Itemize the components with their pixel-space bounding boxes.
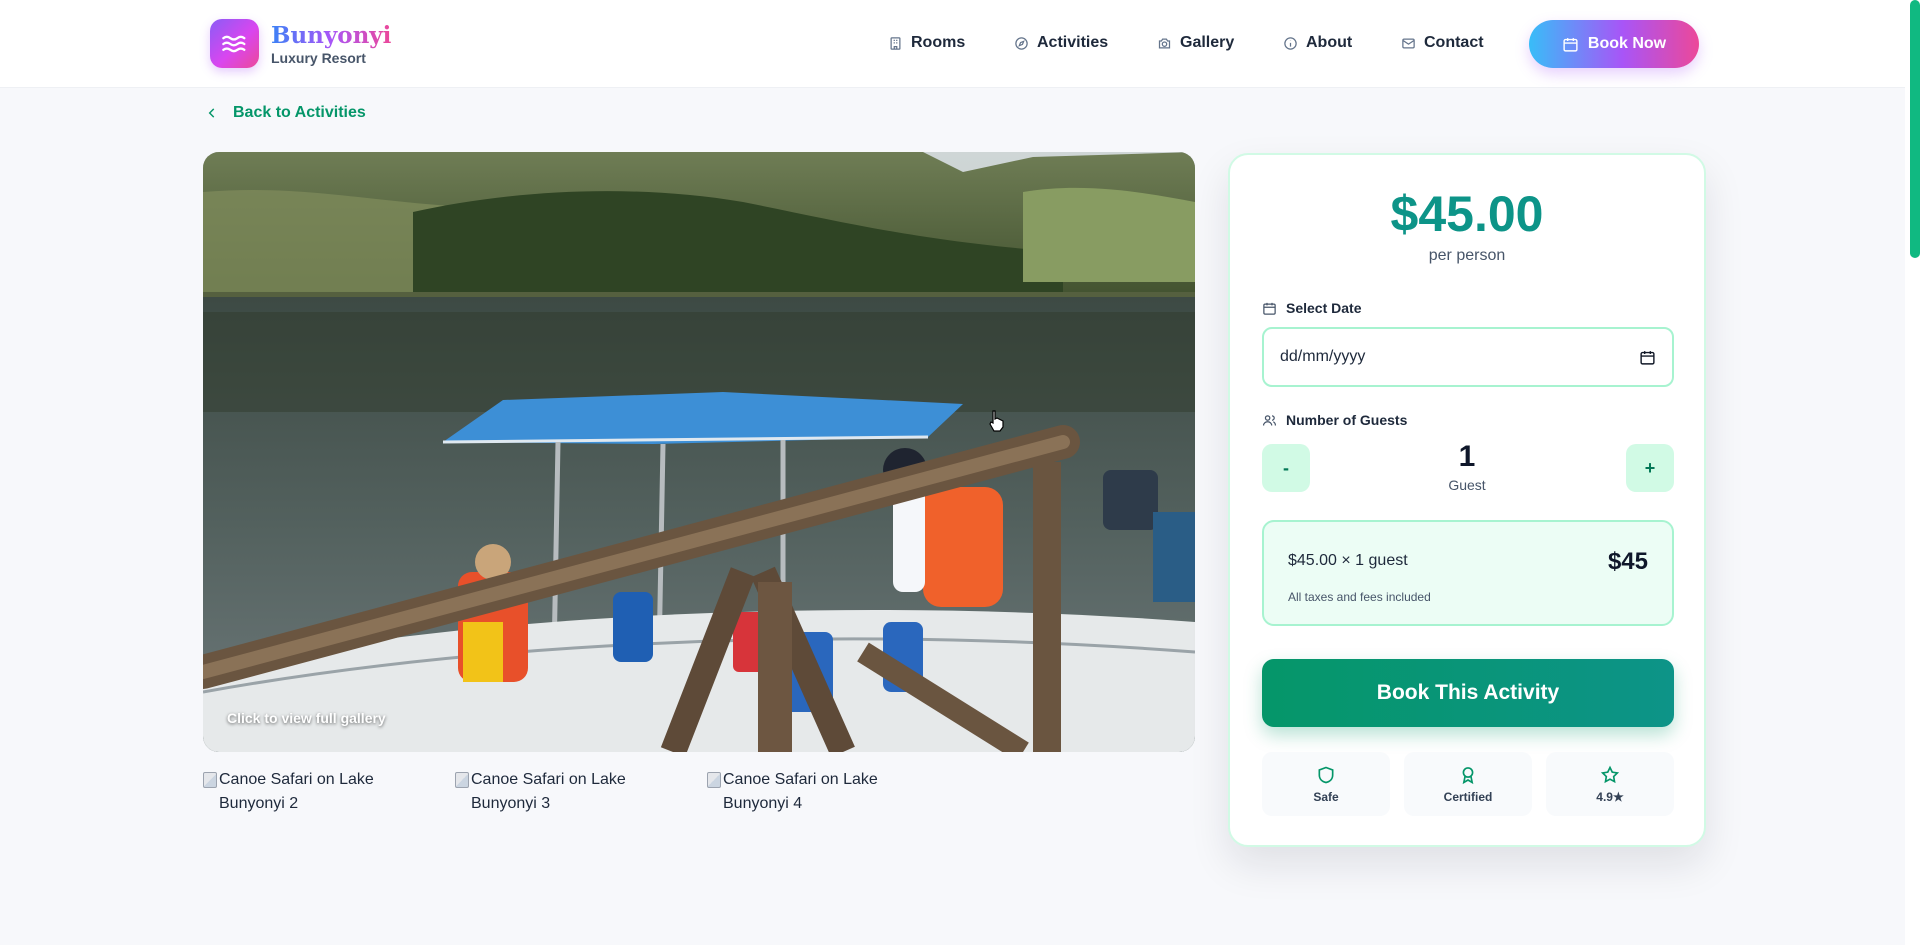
calendar-icon — [1563, 37, 1578, 52]
star-icon — [1600, 765, 1620, 783]
broken-image-icon — [203, 772, 217, 788]
badge-rating: 4.9★ — [1546, 752, 1674, 816]
nav-gallery[interactable]: Gallery — [1157, 30, 1234, 56]
main-gallery-image[interactable]: Click to view full gallery — [203, 152, 1195, 752]
badge-safe-label: Safe — [1313, 789, 1339, 804]
info-icon — [1284, 36, 1297, 50]
summary-total: $45 — [1607, 548, 1648, 575]
number-of-guests-label: Number of Guests — [1262, 412, 1407, 428]
lake-boat-photo — [203, 152, 1195, 752]
calendar-icon — [1263, 302, 1276, 315]
waves-icon — [221, 35, 245, 52]
date-input[interactable]: dd/mm/yyyy — [1262, 327, 1674, 387]
booking-card: $45.00 per person Select Date dd/mm/yyyy… — [1228, 153, 1706, 847]
compass-icon — [1015, 36, 1028, 50]
nav-gallery-label: Gallery — [1180, 34, 1235, 51]
thumbnail-alt: Canoe Safari on Lake Bunyonyi 4 — [723, 771, 878, 812]
badge-certified-label: Certified — [1443, 789, 1493, 804]
summary-line: $45.00 × 1 guest — [1288, 552, 1408, 569]
gallery-thumbnail[interactable]: Canoe Safari on Lake Bunyonyi 2 — [203, 768, 403, 816]
nav-activities[interactable]: Activities — [1014, 30, 1108, 56]
nav-about[interactable]: About — [1283, 30, 1352, 56]
thumbnail-alt: Canoe Safari on Lake Bunyonyi 2 — [219, 771, 374, 812]
pointer-cursor-icon — [989, 410, 1004, 432]
badge-safe: Safe — [1262, 752, 1390, 816]
back-label: Back to Activities — [233, 104, 366, 121]
badge-rating-label: 4.9★ — [1596, 789, 1624, 804]
logo-mark[interactable] — [210, 19, 259, 68]
increase-guests-button[interactable]: + — [1626, 444, 1674, 492]
select-date-label: Select Date — [1262, 300, 1361, 316]
nav-about-label: About — [1306, 34, 1353, 51]
gallery-thumbnail[interactable]: Canoe Safari on Lake Bunyonyi 4 — [707, 768, 907, 816]
brand-title[interactable]: Bunyonyi — [271, 22, 391, 49]
building-icon — [890, 36, 901, 50]
nav-rooms[interactable]: Rooms — [888, 30, 965, 56]
book-now-label: Book Now — [1587, 35, 1667, 52]
badge-certified: Certified — [1404, 752, 1532, 816]
scrollbar-thumb[interactable] — [1910, 0, 1920, 258]
book-now-button[interactable]: Book Now — [1529, 20, 1699, 68]
users-icon — [1262, 414, 1277, 426]
calendar-picker-icon[interactable] — [1639, 349, 1656, 366]
activity-price: $45.00 — [1390, 186, 1544, 242]
brand-subtitle: Luxury Resort — [271, 50, 366, 66]
number-of-guests-text: Number of Guests — [1286, 412, 1408, 428]
date-placeholder: dd/mm/yyyy — [1280, 348, 1366, 365]
gallery-thumbnail[interactable]: Canoe Safari on Lake Bunyonyi 3 — [455, 768, 655, 816]
nav-contact-label: Contact — [1424, 34, 1484, 51]
book-this-activity-button[interactable]: Book This Activity — [1262, 659, 1674, 727]
shield-icon — [1318, 766, 1334, 783]
nav-rooms-label: Rooms — [911, 34, 966, 51]
camera-icon — [1158, 38, 1171, 48]
thumbnail-alt: Canoe Safari on Lake Bunyonyi 3 — [471, 771, 626, 812]
award-icon — [1462, 766, 1474, 784]
nav-activities-label: Activities — [1037, 34, 1109, 51]
summary-note: All taxes and fees included — [1288, 590, 1431, 604]
price-summary: $45.00 × 1 guest $45 All taxes and fees … — [1262, 520, 1674, 626]
mail-icon — [1402, 38, 1415, 48]
site-header: Bunyonyi Luxury Resort Rooms Activities … — [0, 0, 1920, 88]
back-to-activities-link[interactable]: Back to Activities — [205, 104, 366, 122]
gallery-hint: Click to view full gallery — [227, 710, 386, 726]
broken-image-icon — [455, 772, 469, 788]
select-date-text: Select Date — [1286, 300, 1362, 316]
price-unit: per person — [1428, 247, 1506, 264]
nav-contact[interactable]: Contact — [1401, 30, 1484, 56]
broken-image-icon — [707, 772, 721, 788]
chevron-left-icon — [208, 108, 215, 118]
